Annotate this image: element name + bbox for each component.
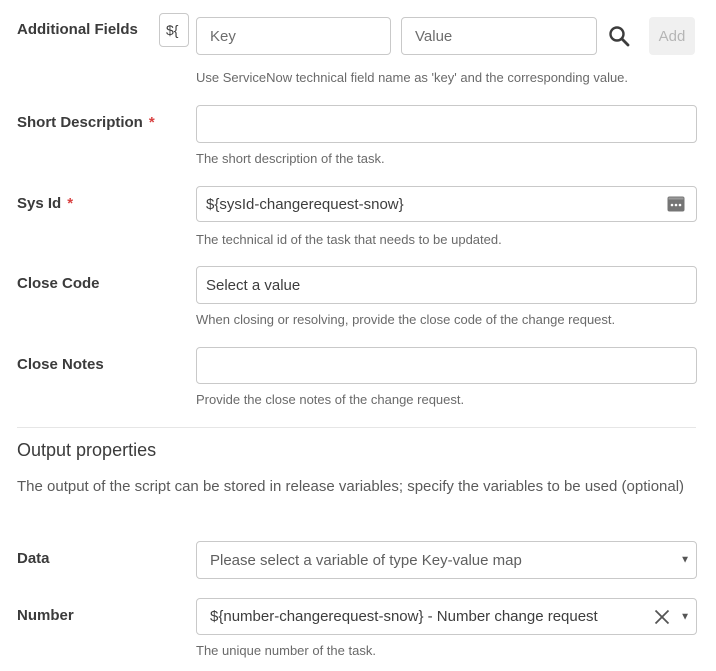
short-description-help: The short description of the task.: [196, 151, 385, 166]
sys-id-label: Sys Id *: [17, 195, 73, 212]
clear-icon[interactable]: [654, 609, 670, 625]
chevron-down-icon[interactable]: ▼: [680, 555, 690, 566]
sys-id-label-text: Sys Id: [17, 195, 62, 212]
data-placeholder: Please select a variable of type Key-val…: [210, 551, 522, 569]
close-code-select[interactable]: Select a value: [196, 266, 697, 304]
number-help: The unique number of the task.: [196, 643, 376, 658]
close-notes-input[interactable]: [196, 347, 697, 384]
chevron-down-icon[interactable]: ▼: [680, 611, 690, 622]
close-notes-help: Provide the close notes of the change re…: [196, 392, 465, 407]
value-input[interactable]: Value: [401, 17, 597, 55]
variable-toggle-button[interactable]: ${: [159, 13, 189, 47]
search-icon[interactable]: [604, 22, 634, 50]
short-description-label-text: Short Description: [17, 114, 143, 131]
close-notes-label: Close Notes: [17, 356, 104, 373]
value-placeholder: Value: [415, 27, 453, 45]
additional-fields-label: Additional Fields: [17, 21, 138, 38]
output-properties-title: Output properties: [17, 440, 157, 460]
sys-id-help: The technical id of the task that needs …: [196, 232, 502, 247]
key-input[interactable]: Key: [196, 17, 391, 55]
key-placeholder: Key: [210, 27, 236, 45]
required-marker: *: [148, 114, 155, 131]
close-code-placeholder: Select a value: [206, 276, 301, 294]
number-label: Number: [17, 607, 74, 624]
number-variable-select[interactable]: ${number-changerequest-snow} - Number ch…: [196, 598, 697, 635]
short-description-input[interactable]: [196, 105, 697, 143]
additional-fields-help: Use ServiceNow technical field name as '…: [196, 70, 629, 85]
section-divider: [17, 427, 696, 428]
data-label: Data: [17, 550, 50, 567]
close-code-label: Close Code: [17, 275, 100, 292]
sys-id-value: ${sysId-changerequest-snow}: [206, 195, 404, 213]
required-marker: *: [67, 195, 74, 212]
close-code-help: When closing or resolving, provide the c…: [196, 312, 616, 327]
short-description-label: Short Description *: [17, 114, 155, 131]
data-variable-select[interactable]: Please select a variable of type Key-val…: [196, 541, 697, 579]
add-button[interactable]: Add: [649, 17, 695, 55]
sys-id-input[interactable]: ${sysId-changerequest-snow}: [196, 186, 697, 222]
output-properties-description: The output of the script can be stored i…: [17, 478, 685, 495]
number-value: ${number-changerequest-snow} - Number ch…: [210, 608, 598, 625]
variable-picker-icon[interactable]: [667, 196, 685, 212]
